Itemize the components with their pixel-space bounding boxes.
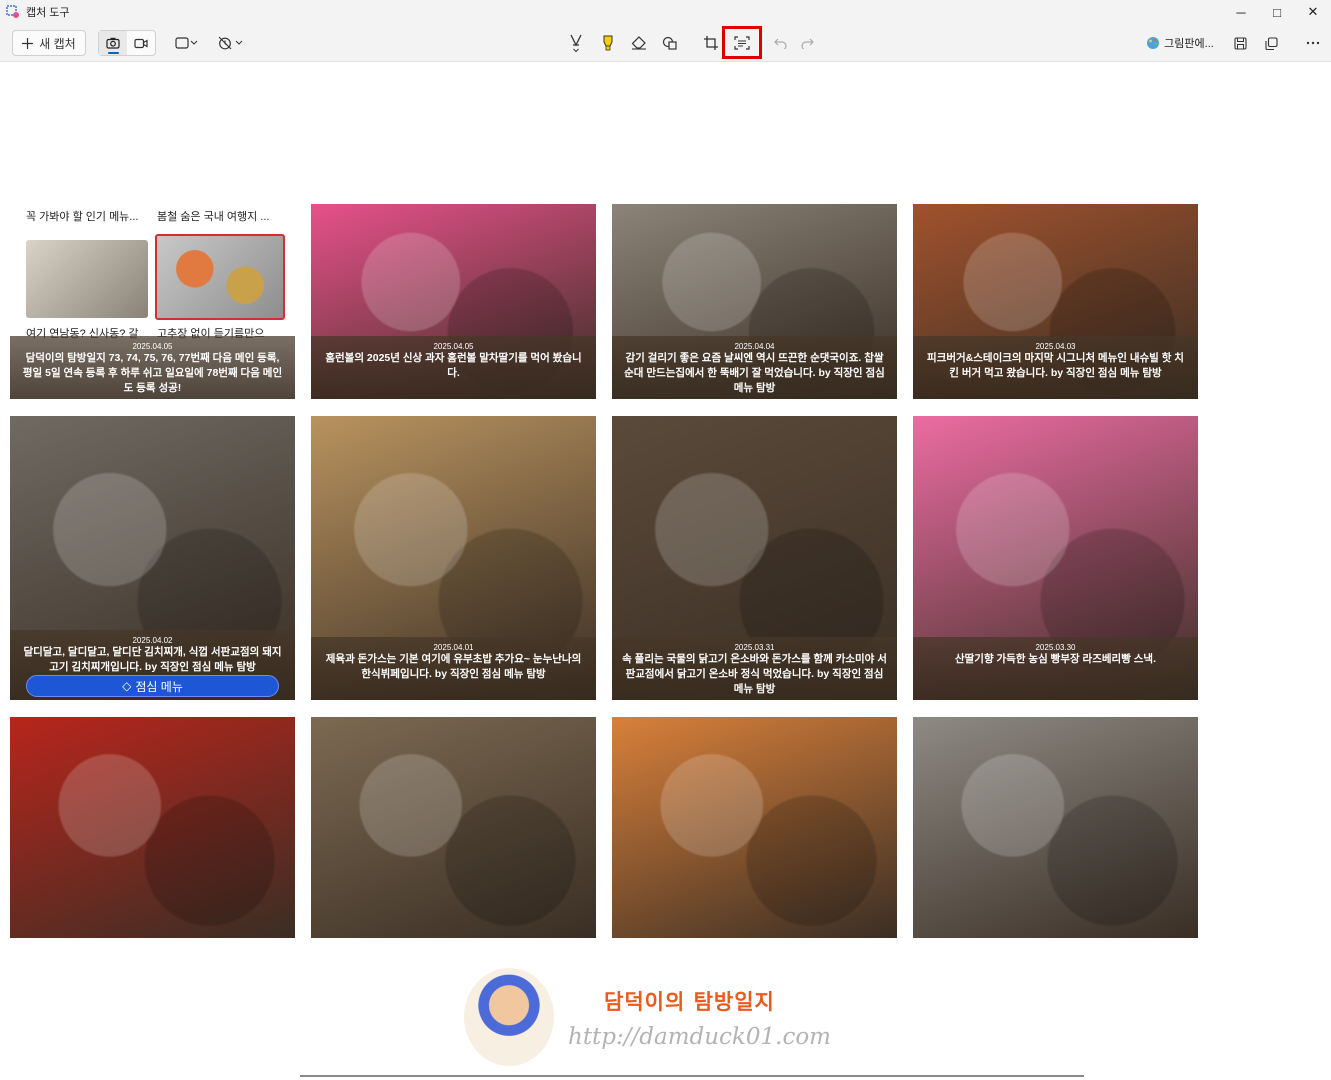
text-actions-highlight-box: [722, 26, 762, 59]
caption-band: 2025.04.05 담덕이의 탐방일지 73, 74, 75, 76, 77번째…: [10, 336, 295, 399]
delay-timer-dropdown[interactable]: [216, 30, 246, 56]
toolbar: 새 캡처 그림판에...: [0, 24, 1331, 62]
rectangle-mode-icon: [175, 37, 198, 49]
minimize-button[interactable]: ─: [1223, 0, 1259, 24]
blog-url: http://damduck01.com: [568, 1024, 831, 1050]
open-in-paint-button[interactable]: 그림판에...: [1140, 30, 1220, 56]
caption-band: 2025.04.04 감기 걸리기 좋은 요즘 날씨엔 역시 뜨끈한 순댓국이죠.…: [612, 336, 897, 399]
post-thumbnail[interactable]: [10, 717, 295, 938]
post-thumbnail[interactable]: 2025.04.01 제육과 돈가스는 기본 여기에 유부초밥 추가요~ 눈누난나…: [311, 416, 596, 700]
close-button[interactable]: ✕: [1295, 0, 1331, 24]
more-options-button[interactable]: [1299, 30, 1327, 56]
screenshot-mode-button[interactable]: [99, 31, 127, 55]
post-date: 2025.04.01: [433, 643, 474, 652]
crop-button[interactable]: [697, 30, 725, 56]
post-caption: 감기 걸리기 좋은 요즘 날씨엔 역시 뜨끈한 순댓국이죠. 찹쌀순대 만드는집…: [624, 352, 885, 394]
video-camera-icon: [134, 38, 148, 48]
highlighter-icon: [603, 35, 613, 51]
post-thumbnail[interactable]: 2025.03.30 산딸기향 가득한 농심 빵부장 라즈베리빵 스낵.: [913, 416, 1198, 700]
paint-label: 그림판에...: [1164, 38, 1214, 50]
post-thumbnail[interactable]: 2025.04.04 감기 걸리기 좋은 요즘 날씨엔 역시 뜨끈한 순댓국이죠.…: [612, 204, 897, 399]
tag-label: 점심 메뉴: [135, 679, 183, 694]
video-mode-button[interactable]: [127, 31, 155, 55]
post-thumbnail[interactable]: 2025.03.31 속 풀리는 국물의 닭고기 온소바와 돈가스를 함께 카소미…: [612, 416, 897, 700]
blog-name: 담덕이의 탐방일지: [604, 990, 775, 1014]
title-bar: 캡처 도구 ─ □ ✕: [0, 0, 1331, 24]
save-button[interactable]: [1226, 30, 1254, 56]
caption-band: 2025.03.30 산딸기향 가득한 농심 빵부장 라즈베리빵 스낵.: [913, 637, 1198, 700]
ballpoint-pen-button[interactable]: [562, 30, 590, 56]
timer-off-icon: [218, 36, 243, 50]
snip-shape-dropdown[interactable]: [172, 30, 202, 56]
copy-button[interactable]: [1257, 30, 1285, 56]
plus-icon: [22, 37, 34, 49]
post-thumbnail[interactable]: [913, 717, 1198, 938]
more-icon: [1306, 41, 1320, 45]
post-caption: 홈런볼의 2025년 신상 과자 홈런볼 말차딸기를 먹어 봤습니다.: [325, 352, 582, 379]
undo-icon: [774, 38, 787, 49]
post-date: 2025.04.02: [132, 636, 173, 645]
undo-button[interactable]: [766, 30, 794, 56]
eraser-icon: [631, 36, 646, 50]
post-caption: 달디달고, 달디달고, 달디단 김치찌개, 식껍 서판교점의 돼지고기 김치찌개…: [23, 646, 282, 673]
category-tag-button[interactable]: ◇ 점심 메뉴: [26, 675, 279, 697]
crop-icon: [704, 36, 718, 50]
shapes-button[interactable]: [656, 30, 684, 56]
post-thumbnail[interactable]: 2025.04.05 담덕이의 탐방일지 73, 74, 75, 76, 77번째…: [10, 204, 295, 399]
pen-icon: [570, 34, 582, 53]
post-caption: 담덕이의 탐방일지 73, 74, 75, 76, 77번째 다음 메인 등록,…: [22, 352, 283, 394]
highlighter-button[interactable]: [594, 30, 622, 56]
avatar: [464, 968, 554, 1066]
paint-palette-icon: [1147, 37, 1160, 49]
scroll-indicator: [300, 1075, 1084, 1077]
post-date: 2025.04.05: [433, 342, 474, 351]
app-title: 캡처 도구: [26, 7, 70, 19]
caption-band: 2025.04.02 달디달고, 달디달고, 달디단 김치찌개, 식껍 서판교점의…: [10, 630, 295, 700]
redo-icon: [801, 38, 814, 49]
snipping-tool-icon: [6, 5, 19, 18]
post-date: 2025.03.30: [1035, 643, 1076, 652]
redo-button[interactable]: [794, 30, 822, 56]
post-thumbnail[interactable]: 2025.04.03 피크버거&스테이크의 마지막 시그니처 메뉴인 내슈빌 핫 …: [913, 204, 1198, 399]
post-date: 2025.04.05: [132, 342, 173, 351]
post-caption: 제육과 돈가스는 기본 여기에 유부초밥 추가요~ 눈누난나의 한식뷔페입니다.…: [325, 653, 582, 680]
post-thumbnail[interactable]: 2025.04.02 달디달고, 달디달고, 달디단 김치찌개, 식껍 서판교점의…: [10, 416, 295, 700]
post-date: 2025.03.31: [734, 643, 775, 652]
caption-band: 2025.04.01 제육과 돈가스는 기본 여기에 유부초밥 추가요~ 눈누난나…: [311, 637, 596, 700]
post-date: 2025.04.04: [734, 342, 775, 351]
tag-icon: ◇: [122, 679, 132, 693]
caption-band: 2025.03.31 속 풀리는 국물의 닭고기 온소바와 돈가스를 함께 카소미…: [612, 637, 897, 700]
new-capture-button[interactable]: 새 캡처: [12, 30, 86, 56]
copy-icon: [1264, 36, 1278, 50]
caption-band: 2025.04.05 홈런볼의 2025년 신상 과자 홈런볼 말차딸기를 먹어 …: [311, 336, 596, 399]
post-thumbnail[interactable]: [311, 717, 596, 938]
maximize-button[interactable]: □: [1259, 0, 1295, 24]
post-caption: 산딸기향 가득한 농심 빵부장 라즈베리빵 스낵.: [954, 653, 1157, 665]
post-thumbnail[interactable]: 2025.04.05 홈런볼의 2025년 신상 과자 홈런볼 말차딸기를 먹어 …: [311, 204, 596, 399]
camera-icon: [106, 37, 120, 49]
eraser-button[interactable]: [625, 30, 653, 56]
new-capture-label: 새 캡처: [39, 36, 76, 51]
blog-logo: 담덕이의 탐방일지 http://damduck01.com: [464, 968, 844, 1068]
post-date: 2025.04.03: [1035, 342, 1076, 351]
caption-band: 2025.04.03 피크버거&스테이크의 마지막 시그니처 메뉴인 내슈빌 핫 …: [913, 336, 1198, 399]
save-icon: [1233, 36, 1247, 50]
post-caption: 속 풀리는 국물의 닭고기 온소바와 돈가스를 함께 카소미야 서판교점에서 닭…: [622, 653, 887, 695]
shapes-icon: [662, 36, 677, 50]
capture-mode-toggle[interactable]: [98, 30, 156, 56]
post-thumbnail[interactable]: [612, 717, 897, 938]
post-caption: 피크버거&스테이크의 마지막 시그니처 메뉴인 내슈빌 핫 치킨 버거 먹고 왔…: [927, 352, 1184, 379]
